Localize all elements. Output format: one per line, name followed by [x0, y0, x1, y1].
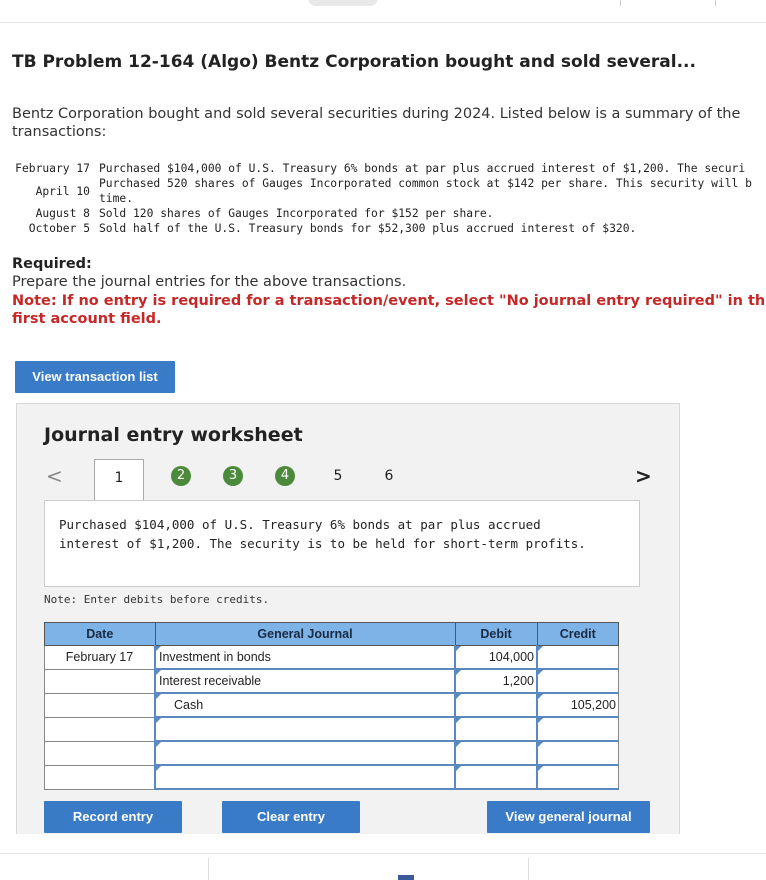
journal-row	[44, 764, 619, 790]
tab-3[interactable]: 3	[223, 466, 243, 486]
date-header: Date	[44, 622, 156, 646]
problem-title: TB Problem 12-164 (Algo) Bentz Corporati…	[12, 52, 696, 72]
account-field[interactable]	[154, 740, 456, 766]
next-arrow-icon[interactable]: >	[635, 464, 652, 488]
tab-1[interactable]: 1	[94, 459, 144, 502]
transaction-date: February 17	[15, 162, 90, 175]
tab-number: 1	[114, 470, 124, 486]
required-text: Prepare the journal entries for the abov…	[12, 274, 407, 290]
top-divider	[715, 0, 716, 6]
dropdown-marker-icon	[156, 718, 161, 723]
dropdown-marker-icon	[156, 766, 161, 771]
credit-field[interactable]	[536, 716, 619, 742]
date-cell[interactable]	[44, 740, 156, 766]
journal-header-row: Date General Journal Debit Credit	[44, 622, 619, 646]
view-transaction-list-button[interactable]: View transaction list	[15, 361, 175, 393]
debit-field[interactable]: 104,000	[454, 645, 538, 670]
journal-row	[44, 716, 619, 742]
journal-table: Date General Journal Debit Credit Februa…	[44, 622, 619, 790]
dropdown-marker-icon	[456, 670, 461, 675]
debit-header: Debit	[454, 622, 538, 646]
transaction-date: August 8	[35, 207, 90, 220]
debit-field[interactable]	[454, 692, 538, 718]
dropdown-marker-icon	[156, 670, 161, 675]
view-general-journal-button[interactable]: View general journal	[487, 801, 650, 833]
top-divider	[620, 0, 621, 6]
credit-field[interactable]	[536, 645, 619, 670]
credit-field[interactable]	[536, 740, 619, 766]
grid-icon[interactable]	[398, 875, 414, 880]
transaction-date: October 5	[28, 222, 90, 235]
date-cell[interactable]	[44, 668, 156, 694]
date-cell[interactable]: February 17	[44, 645, 156, 670]
credit-field[interactable]: 105,200	[536, 692, 619, 718]
worksheet-title: Journal entry worksheet	[44, 424, 303, 446]
instruction-note: Note: If no entry is required for a tran…	[12, 293, 766, 327]
journal-row	[44, 740, 619, 766]
debit-note: Note: Enter debits before credits.	[44, 593, 270, 606]
transaction-text-cont: time.	[99, 192, 134, 205]
date-cell[interactable]	[44, 764, 156, 790]
account-field[interactable]: Interest receivable	[154, 668, 456, 694]
debit-field[interactable]	[454, 764, 538, 790]
record-entry-button[interactable]: Record entry	[44, 801, 182, 833]
intro-text: Bentz Corporation bought and sold severa…	[12, 106, 741, 140]
debit-field[interactable]	[454, 740, 538, 766]
dropdown-marker-icon	[538, 670, 543, 675]
account-field[interactable]: Cash	[154, 692, 456, 718]
dropdown-marker-icon	[456, 718, 461, 723]
dropdown-marker-icon	[156, 646, 161, 651]
dropdown-marker-icon	[538, 646, 543, 651]
dropdown-marker-icon	[456, 742, 461, 747]
debit-field[interactable]: 1,200	[454, 668, 538, 694]
transaction-text: Sold 120 shares of Gauges Incorporated f…	[99, 207, 494, 220]
dropdown-marker-icon	[456, 766, 461, 771]
date-cell[interactable]	[44, 716, 156, 742]
transaction-date: April 10	[35, 185, 90, 198]
dropdown-marker-icon	[538, 718, 543, 723]
dropdown-marker-icon	[538, 742, 543, 747]
dropdown-marker-icon	[156, 694, 161, 699]
journal-row: February 17 Investment in bonds 104,000	[44, 645, 619, 670]
tab-4[interactable]: 4	[275, 466, 295, 486]
bottom-divider	[0, 853, 766, 854]
transaction-text: Purchased $104,000 of U.S. Treasury 6% b…	[99, 162, 746, 175]
prev-arrow-icon[interactable]: <	[46, 464, 63, 488]
journal-row: Interest receivable 1,200	[44, 668, 619, 694]
transaction-description: Purchased $104,000 of U.S. Treasury 6% b…	[59, 517, 586, 551]
bottom-divider	[208, 858, 209, 880]
transaction-description-box: Purchased $104,000 of U.S. Treasury 6% b…	[44, 500, 640, 587]
credit-field[interactable]	[536, 668, 619, 694]
top-pill[interactable]	[308, 0, 378, 6]
tab-6[interactable]: 6	[379, 468, 399, 484]
debit-field[interactable]	[454, 716, 538, 742]
clear-entry-button[interactable]: Clear entry	[222, 801, 360, 833]
journal-row: Cash 105,200	[44, 692, 619, 718]
bottom-divider	[528, 858, 529, 880]
account-field[interactable]	[154, 764, 456, 790]
transaction-text: Purchased 520 shares of Gauges Incorpora…	[99, 177, 752, 190]
transaction-text: Sold half of the U.S. Treasury bonds for…	[99, 222, 637, 235]
dropdown-marker-icon	[538, 694, 543, 699]
tab-2[interactable]: 2	[171, 466, 191, 486]
required-label: Required:	[12, 256, 92, 272]
account-field[interactable]	[154, 716, 456, 742]
tab-5[interactable]: 5	[328, 468, 348, 484]
date-cell[interactable]	[44, 692, 156, 718]
dropdown-marker-icon	[456, 694, 461, 699]
dropdown-marker-icon	[156, 742, 161, 747]
credit-header: Credit	[536, 622, 619, 646]
general-journal-header: General Journal	[154, 622, 456, 646]
dropdown-marker-icon	[538, 766, 543, 771]
credit-field[interactable]	[536, 764, 619, 790]
account-field[interactable]: Investment in bonds	[154, 645, 456, 670]
top-bar	[0, 0, 766, 23]
dropdown-marker-icon	[456, 646, 461, 651]
